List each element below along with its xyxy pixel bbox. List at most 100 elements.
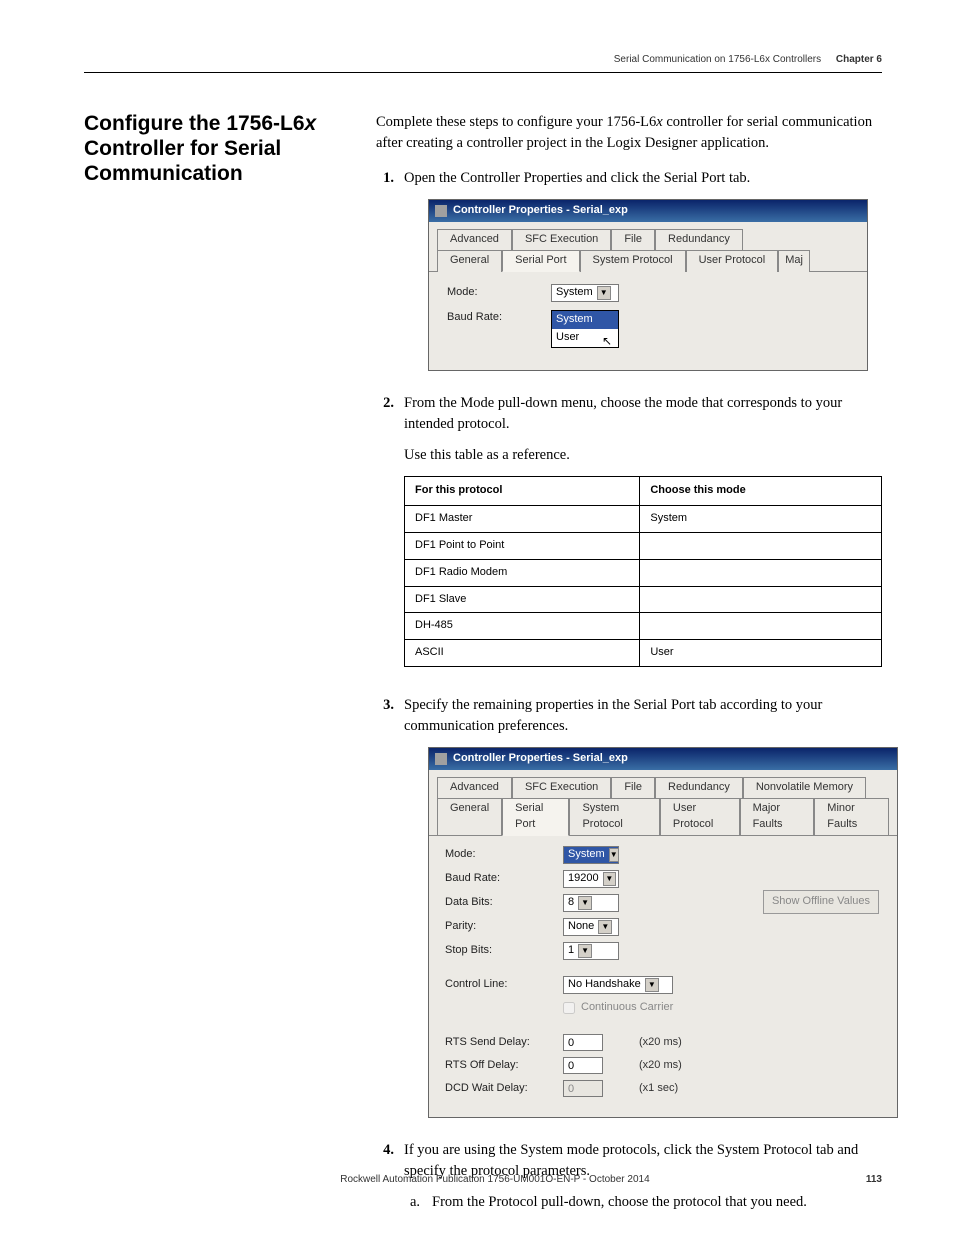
figure-1: Controller Properties - Serial_exp Advan… bbox=[428, 199, 882, 371]
mode-select[interactable]: System ▼ bbox=[563, 846, 619, 864]
chevron-down-icon: ▼ bbox=[645, 978, 659, 992]
dropdown-item-system[interactable]: System bbox=[552, 311, 618, 329]
step-3: 3. Specify the remaining properties in t… bbox=[376, 695, 882, 1130]
rts-off-delay-unit: (x20 ms) bbox=[639, 1058, 682, 1074]
dialog-titlebar: Controller Properties - Serial_exp bbox=[429, 748, 897, 770]
controller-properties-dialog-2: Controller Properties - Serial_exp Advan… bbox=[428, 747, 898, 1118]
dialog-body: Mode: System ▼ Baud Rate: Sy bbox=[429, 271, 867, 370]
header-chapter: Chapter 6 bbox=[836, 54, 882, 65]
protocol-mode-table: For this protocol Choose this mode DF1 M… bbox=[404, 476, 882, 668]
mode-label: Mode: bbox=[445, 847, 545, 863]
control-line-select[interactable]: No Handshake ▼ bbox=[563, 976, 673, 994]
app-icon bbox=[435, 205, 447, 217]
chevron-down-icon: ▼ bbox=[598, 920, 612, 934]
controller-properties-dialog-1: Controller Properties - Serial_exp Advan… bbox=[428, 199, 868, 371]
intro-paragraph: Complete these steps to configure your 1… bbox=[376, 112, 882, 154]
table-row: DF1 Slave bbox=[405, 586, 882, 613]
stop-bits-select[interactable]: 1 ▼ bbox=[563, 942, 619, 960]
chevron-down-icon: ▼ bbox=[603, 872, 616, 886]
tab-system-protocol[interactable]: System Protocol bbox=[580, 250, 686, 272]
mode-select[interactable]: System ▼ bbox=[551, 284, 619, 302]
step-2: 2. From the Mode pull-down menu, choose … bbox=[376, 393, 882, 686]
dialog-tabs: Advanced SFC Execution File Redundancy G… bbox=[429, 222, 867, 271]
parity-select[interactable]: None ▼ bbox=[563, 918, 619, 936]
chevron-down-icon: ▼ bbox=[578, 944, 592, 958]
table-header-mode: Choose this mode bbox=[640, 476, 882, 505]
show-offline-values-button[interactable]: Show Offline Values bbox=[763, 890, 879, 914]
continuous-carrier-label: Continuous Carrier bbox=[581, 1000, 673, 1016]
dcd-wait-delay-input bbox=[563, 1080, 603, 1097]
dialog-title-text: Controller Properties - Serial_exp bbox=[453, 203, 628, 219]
tab-serial-port[interactable]: Serial Port bbox=[502, 798, 569, 836]
table-row: ASCIIUser bbox=[405, 640, 882, 667]
parity-label: Parity: bbox=[445, 919, 545, 935]
continuous-carrier-checkbox bbox=[563, 1002, 575, 1014]
data-bits-label: Data Bits: bbox=[445, 895, 545, 911]
mode-dropdown-open[interactable]: System User ↖ bbox=[551, 310, 619, 348]
step-text: Specify the remaining properties in the … bbox=[404, 695, 898, 737]
baud-rate-select[interactable]: 19200 ▼ bbox=[563, 870, 619, 888]
tab-general[interactable]: General bbox=[437, 250, 502, 272]
tab-user-protocol[interactable]: User Protocol bbox=[660, 798, 740, 836]
step-number: 1. bbox=[376, 168, 394, 383]
sub-step-letter: a. bbox=[410, 1192, 424, 1213]
dialog-titlebar: Controller Properties - Serial_exp bbox=[429, 200, 867, 222]
rts-send-delay-unit: (x20 ms) bbox=[639, 1035, 682, 1051]
page-number: 113 bbox=[866, 1174, 882, 1185]
tab-file[interactable]: File bbox=[611, 777, 655, 798]
tab-advanced[interactable]: Advanced bbox=[437, 777, 512, 798]
tab-sfc-execution[interactable]: SFC Execution bbox=[512, 229, 611, 250]
stop-bits-label: Stop Bits: bbox=[445, 943, 545, 959]
dialog-body: Show Offline Values Mode: System ▼ Baud … bbox=[429, 835, 897, 1117]
tab-major-faults[interactable]: Major Faults bbox=[740, 798, 815, 836]
sub-step-a: a. From the Protocol pull-down, choose t… bbox=[410, 1192, 882, 1213]
table-row: DF1 MasterSystem bbox=[405, 505, 882, 532]
step-number: 3. bbox=[376, 695, 394, 1130]
app-icon bbox=[435, 753, 447, 765]
tab-advanced[interactable]: Advanced bbox=[437, 229, 512, 250]
dialog-title-text: Controller Properties - Serial_exp bbox=[453, 751, 628, 767]
data-bits-select[interactable]: 8 ▼ bbox=[563, 894, 619, 912]
step-text: Open the Controller Properties and click… bbox=[404, 168, 882, 189]
header-section-title: Serial Communication on 1756-L6x Control… bbox=[614, 54, 821, 65]
rts-send-delay-input[interactable] bbox=[563, 1034, 603, 1051]
chevron-down-icon: ▼ bbox=[578, 896, 592, 910]
figure-2: Controller Properties - Serial_exp Advan… bbox=[428, 747, 898, 1118]
tab-system-protocol[interactable]: System Protocol bbox=[569, 798, 659, 836]
header-rule bbox=[84, 72, 882, 73]
step-1: 1. Open the Controller Properties and cl… bbox=[376, 168, 882, 383]
step-text: From the Mode pull-down menu, choose the… bbox=[404, 393, 882, 435]
dcd-wait-delay-unit: (x1 sec) bbox=[639, 1081, 678, 1097]
tab-major-faults-truncated[interactable]: Maj bbox=[778, 250, 810, 272]
table-row: DF1 Radio Modem bbox=[405, 559, 882, 586]
control-line-label: Control Line: bbox=[445, 977, 545, 993]
rts-off-delay-label: RTS Off Delay: bbox=[445, 1058, 545, 1074]
step-number: 2. bbox=[376, 393, 394, 686]
tab-nonvolatile-memory[interactable]: Nonvolatile Memory bbox=[743, 777, 866, 798]
publication-line: Rockwell Automation Publication 1756-UM0… bbox=[124, 1174, 866, 1185]
tab-file[interactable]: File bbox=[611, 229, 655, 250]
tab-minor-faults[interactable]: Minor Faults bbox=[814, 798, 889, 836]
rts-off-delay-input[interactable] bbox=[563, 1057, 603, 1074]
table-header-protocol: For this protocol bbox=[405, 476, 640, 505]
running-header: Serial Communication on 1756-L6x Control… bbox=[614, 54, 882, 65]
body-column: Complete these steps to configure your 1… bbox=[376, 112, 882, 1223]
page-footer: Rockwell Automation Publication 1756-UM0… bbox=[84, 1174, 882, 1185]
tab-sfc-execution[interactable]: SFC Execution bbox=[512, 777, 611, 798]
tab-redundancy[interactable]: Redundancy bbox=[655, 777, 743, 798]
tab-redundancy[interactable]: Redundancy bbox=[655, 229, 743, 250]
cursor-icon: ↖ bbox=[602, 333, 612, 350]
tab-general[interactable]: General bbox=[437, 798, 502, 836]
chevron-down-icon: ▼ bbox=[597, 286, 611, 300]
tab-user-protocol[interactable]: User Protocol bbox=[686, 250, 779, 272]
mode-label: Mode: bbox=[447, 285, 527, 301]
chevron-down-icon: ▼ bbox=[609, 848, 619, 862]
section-heading: Configure the 1756-L6x Controller for Se… bbox=[84, 112, 344, 186]
sub-step-text: From the Protocol pull-down, choose the … bbox=[432, 1192, 807, 1213]
rts-send-delay-label: RTS Send Delay: bbox=[445, 1035, 545, 1051]
tab-serial-port[interactable]: Serial Port bbox=[502, 250, 579, 272]
table-row: DF1 Point to Point bbox=[405, 532, 882, 559]
dcd-wait-delay-label: DCD Wait Delay: bbox=[445, 1081, 545, 1097]
dialog-tabs: Advanced SFC Execution File Redundancy N… bbox=[429, 770, 897, 835]
step-list: 1. Open the Controller Properties and cl… bbox=[376, 168, 882, 1213]
